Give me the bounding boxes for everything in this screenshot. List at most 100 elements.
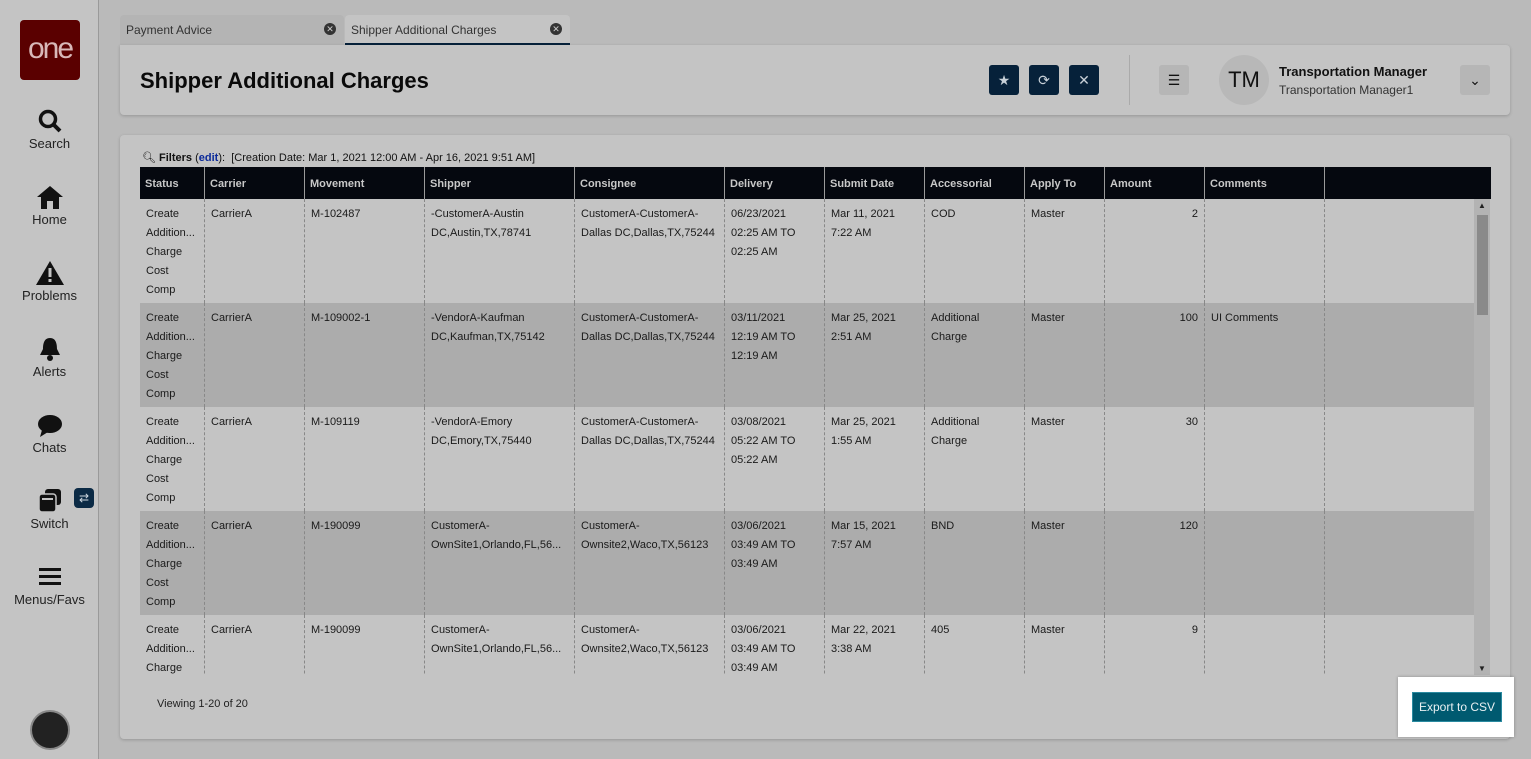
sidebar-item-alerts[interactable]: Alerts — [0, 336, 99, 379]
cell-consignee: CustomerA- Ownsite2,Waco,TX,56123 — [575, 615, 725, 675]
scrollbar-thumb[interactable] — [1477, 215, 1488, 315]
sidebar-item-label: Alerts — [32, 364, 67, 379]
app-logo[interactable]: one — [20, 20, 80, 80]
sidebar-item-search[interactable]: Search — [0, 108, 99, 151]
export-to-csv-button[interactable]: Export to CSV — [1412, 692, 1502, 722]
table-row[interactable]: Create Addition... Charge Cost CompCarri… — [140, 303, 1474, 407]
cell-comments — [1205, 199, 1325, 303]
sidebar-item-label: Menus/Favs — [14, 592, 85, 607]
cell-shipper: -CustomerA-Austin DC,Austin,TX,78741 — [425, 199, 575, 303]
cell-delivery: 03/11/2021 12:19 AM TO 12:19 AM — [725, 303, 825, 407]
column-header-accessorial[interactable]: Accessorial — [925, 167, 1025, 199]
close-button[interactable]: ✕ — [1069, 65, 1099, 95]
cell-comments — [1205, 407, 1325, 511]
close-icon: ✕ — [1078, 72, 1090, 88]
cell-carrier: CarrierA — [205, 615, 305, 675]
sidebar: one Search Home Problems Alerts Chats Sw… — [0, 0, 99, 759]
tab-label: Payment Advice — [126, 23, 213, 37]
user-menu-button[interactable]: ⌄ — [1460, 65, 1490, 95]
home-icon — [36, 186, 63, 209]
column-header-amount[interactable]: Amount — [1105, 167, 1205, 199]
table-row[interactable]: Create Addition... Charge Cost CompCarri… — [140, 511, 1474, 615]
edit-filters-link[interactable]: edit — [199, 152, 219, 164]
cell-submit-date: Mar 15, 2021 7:57 AM — [825, 511, 925, 615]
cell-accessorial: Additional Charge — [925, 407, 1025, 511]
sidebar-item-chats[interactable]: Chats — [0, 412, 99, 455]
cell-apply-to: Master — [1025, 511, 1105, 615]
user-name: Transportation Manager — [1279, 64, 1428, 79]
tab-shipper-additional-charges[interactable]: Shipper Additional Charges ✕ — [345, 15, 570, 45]
sidebar-item-label: Problems — [22, 288, 77, 303]
search-icon — [38, 109, 61, 133]
cell-shipper: CustomerA- OwnSite1,Orlando,FL,56... — [425, 511, 575, 615]
switch-badge-icon[interactable]: ⇄ — [74, 488, 94, 508]
cell-movement: M-190099 — [305, 615, 425, 675]
cell-submit-date: Mar 25, 2021 2:51 AM — [825, 303, 925, 407]
close-tab-icon[interactable]: ✕ — [550, 23, 562, 35]
sidebar-item-label: Chats — [32, 440, 67, 455]
column-header-delivery[interactable]: Delivery — [725, 167, 825, 199]
table-row[interactable]: Create Addition... Charge Cost CompCarri… — [140, 407, 1474, 511]
filters-label: Filters — [159, 152, 193, 164]
avatar[interactable]: TM — [1219, 55, 1269, 105]
report-panel: 🔍︎ Filters (edit): [Creation Date: Mar 1… — [120, 135, 1510, 739]
cell-carrier: CarrierA — [205, 511, 305, 615]
cell-carrier: CarrierA — [205, 407, 305, 511]
column-header-status[interactable]: Status — [140, 167, 205, 199]
menu-button[interactable]: ☰ — [1159, 65, 1189, 95]
tab-payment-advice[interactable]: Payment Advice ✕ — [120, 15, 344, 45]
sidebar-item-problems[interactable]: Problems — [0, 260, 99, 303]
warning-icon — [35, 261, 64, 285]
refresh-button[interactable]: ⟳ — [1029, 65, 1059, 95]
sidebar-item-label: Search — [28, 136, 71, 151]
cell-shipper: CustomerA- OwnSite1,Orlando,FL,56... — [425, 615, 575, 675]
cell-apply-to: Master — [1025, 199, 1105, 303]
table-row[interactable]: Create Addition... Charge Cost CompCarri… — [140, 199, 1474, 303]
cell-consignee: CustomerA-CustomerA- Dallas DC,Dallas,TX… — [575, 407, 725, 511]
sidebar-item-label: Switch — [30, 516, 69, 531]
cell-shipper: -VendorA-Kaufman DC,Kaufman,TX,75142 — [425, 303, 575, 407]
column-header-submit-date[interactable]: Submit Date — [825, 167, 925, 199]
tab-label: Shipper Additional Charges — [351, 23, 497, 37]
assistant-avatar[interactable] — [30, 710, 70, 750]
sidebar-item-home[interactable]: Home — [0, 184, 99, 227]
column-header-consignee[interactable]: Consignee — [575, 167, 725, 199]
cell-amount: 9 — [1105, 615, 1205, 675]
cell-status: Create Addition... Charge Cost Comp — [140, 615, 205, 675]
close-tab-icon[interactable]: ✕ — [324, 23, 336, 35]
cell-submit-date: Mar 22, 2021 3:38 AM — [825, 615, 925, 675]
cell-apply-to: Master — [1025, 303, 1105, 407]
filters-value: [Creation Date: Mar 1, 2021 12:00 AM - A… — [231, 152, 536, 164]
column-header-comments[interactable]: Comments — [1205, 167, 1325, 199]
star-icon: ★ — [997, 72, 1011, 88]
vertical-scrollbar[interactable]: ▲ ▼ — [1474, 199, 1490, 675]
cell-amount: 30 — [1105, 407, 1205, 511]
favorite-button[interactable]: ★ — [989, 65, 1019, 95]
table-body: Create Addition... Charge Cost Comp Carri… — [140, 199, 1491, 675]
cell-consignee: CustomerA-CustomerA- Dallas DC,Dallas,TX… — [575, 303, 725, 407]
menu-icon — [38, 568, 61, 585]
scroll-down-icon[interactable]: ▼ — [1478, 664, 1486, 673]
cell-accessorial: COD — [925, 199, 1025, 303]
table-row[interactable]: Create Addition... Charge Cost CompCarri… — [140, 615, 1474, 675]
cell-delivery: 03/06/2021 03:49 AM TO 03:49 AM — [725, 615, 825, 675]
cell-submit-date: Mar 11, 2021 7:22 AM — [825, 199, 925, 303]
cell-delivery: 03/08/2021 05:22 AM TO 05:22 AM — [725, 407, 825, 511]
column-header-movement[interactable]: Movement — [305, 167, 425, 199]
cell-consignee: CustomerA- Ownsite2,Waco,TX,56123 — [575, 511, 725, 615]
sidebar-item-menus-favs[interactable]: Menus/Favs — [0, 564, 99, 607]
column-header-shipper[interactable]: Shipper — [425, 167, 575, 199]
cell-comments — [1205, 511, 1325, 615]
chevron-down-icon: ⌄ — [1469, 72, 1481, 88]
column-header-apply-to[interactable]: Apply To — [1025, 167, 1105, 199]
cell-movement: M-109002-1 — [305, 303, 425, 407]
page-title: Shipper Additional Charges — [140, 68, 429, 93]
scroll-up-icon[interactable]: ▲ — [1478, 201, 1486, 210]
table-header: Status Carrier Movement Shipper Consignee Del… — [140, 167, 1491, 199]
cell-status: Create Addition... Charge Cost Comp — [140, 511, 205, 615]
cell-accessorial: BND — [925, 511, 1025, 615]
page-header: Shipper Additional Charges ★ ⟳ ✕ ☰ TM Tr… — [120, 45, 1510, 115]
cell-comments — [1205, 615, 1325, 675]
column-header-carrier[interactable]: Carrier — [205, 167, 305, 199]
cell-accessorial: 405 — [925, 615, 1025, 675]
